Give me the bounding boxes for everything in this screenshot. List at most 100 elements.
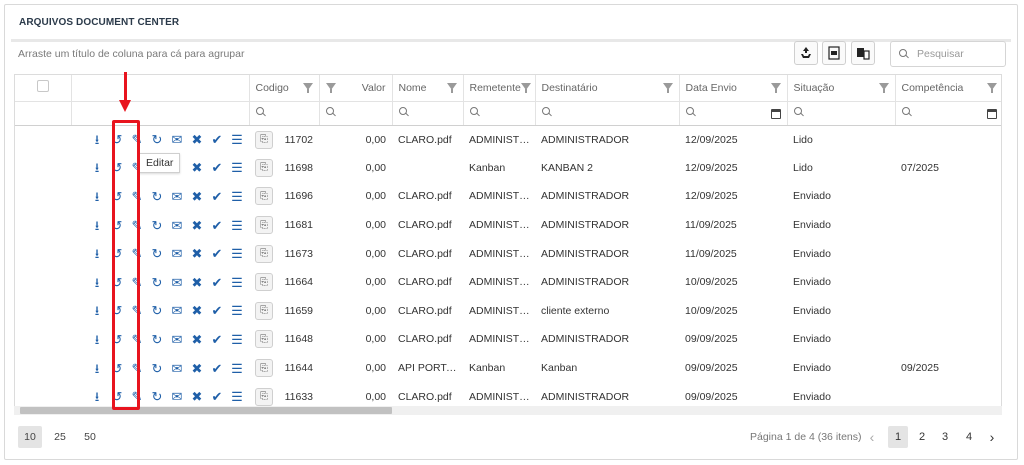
filter-icon[interactable] [878, 83, 889, 93]
table-row[interactable]: ⭳ ↺ ✎ ↻ ✉ ✖ ✔ ☰ ⎘ 11696 0,00 CLARO.pdf ADMINISTR… [15, 182, 1001, 211]
table-row[interactable]: ⭳ ↺ ✎ ↻ ✉ ✖ ✔ ☰ ⎘ 11681 0,00 CLARO.pdf ADMINISTR… [15, 211, 1001, 240]
open-envelope-icon[interactable]: ✉ [167, 217, 187, 233]
approve-icon[interactable]: ✔ [207, 360, 227, 376]
details-icon[interactable]: ☰ [227, 188, 247, 204]
page-1[interactable]: 1 [888, 426, 908, 448]
resend-icon[interactable]: ↻ [147, 331, 167, 347]
page-size-25[interactable]: 25 [50, 426, 70, 448]
filter-remetente[interactable] [463, 101, 536, 126]
download-icon[interactable]: ⭳ [87, 389, 107, 405]
filter-valor[interactable] [319, 101, 393, 126]
download-icon[interactable]: ⭳ [87, 303, 107, 319]
details-icon[interactable]: ☰ [227, 246, 247, 262]
details-icon[interactable]: ☰ [227, 217, 247, 233]
copy-icon[interactable]: ⎘ [255, 187, 273, 206]
resend-icon[interactable]: ↻ [147, 246, 167, 262]
filter-icon[interactable] [302, 83, 313, 93]
copy-icon[interactable]: ⎘ [255, 359, 273, 378]
filter-icon[interactable] [446, 83, 457, 93]
details-icon[interactable]: ☰ [227, 331, 247, 347]
open-envelope-icon[interactable]: ✉ [167, 132, 187, 148]
page-4[interactable]: 4 [959, 426, 979, 448]
approve-icon[interactable]: ✔ [207, 217, 227, 233]
search-box[interactable] [890, 41, 1006, 67]
calendar-icon[interactable] [770, 108, 781, 119]
filter-nome[interactable] [392, 101, 464, 126]
header-codigo[interactable]: Codigo [249, 75, 320, 102]
filter-codigo[interactable] [249, 101, 320, 126]
copy-icon[interactable]: ⎘ [255, 244, 273, 263]
open-envelope-icon[interactable]: ✉ [167, 303, 187, 319]
details-icon[interactable]: ☰ [227, 360, 247, 376]
download-icon[interactable]: ⭳ [87, 360, 107, 376]
copy-icon[interactable]: ⎘ [255, 216, 273, 235]
delete-icon[interactable]: ✖ [187, 160, 207, 176]
table-row[interactable]: ⭳ ↺ ✎ ↻ ✉ ✖ ✔ ☰ ⎘ 11659 0,00 CLARO.pdf ADMINISTR… [15, 297, 1001, 326]
table-row[interactable]: ⭳ ↺ ✎ ↻ ✉ ✖ ✔ ☰ ⎘ 11673 0,00 CLARO.pdf ADMINISTR… [15, 239, 1001, 268]
resend-icon[interactable]: ↻ [147, 389, 167, 405]
delete-icon[interactable]: ✖ [187, 303, 207, 319]
resend-icon[interactable]: ↻ [147, 132, 167, 148]
delete-icon[interactable]: ✖ [187, 360, 207, 376]
details-icon[interactable]: ☰ [227, 389, 247, 405]
resend-icon[interactable]: ↻ [147, 360, 167, 376]
header-destinatario[interactable]: Destinatário [535, 75, 680, 102]
calendar-icon[interactable] [986, 108, 997, 119]
resend-icon[interactable]: ↻ [147, 303, 167, 319]
delete-icon[interactable]: ✖ [187, 389, 207, 405]
download-icon[interactable]: ⭳ [87, 160, 107, 176]
horizontal-scrollbar[interactable] [14, 406, 1002, 415]
copy-icon[interactable]: ⎘ [255, 301, 273, 320]
export-excel-button[interactable] [822, 41, 846, 65]
approve-icon[interactable]: ✔ [207, 132, 227, 148]
download-icon[interactable]: ⭳ [87, 274, 107, 290]
download-icon[interactable]: ⭳ [87, 246, 107, 262]
table-row[interactable]: ⭳ ↺ ✎ ↻ ✉ ✖ ✔ ☰ ⎘ 11644 0,00 API PORTAL... Kanba… [15, 354, 1001, 383]
filter-situacao[interactable] [787, 101, 896, 126]
approve-icon[interactable]: ✔ [207, 303, 227, 319]
header-valor[interactable]: Valor [319, 75, 393, 102]
filter-competencia[interactable] [895, 101, 1001, 126]
delete-icon[interactable]: ✖ [187, 274, 207, 290]
approve-icon[interactable]: ✔ [207, 246, 227, 262]
details-icon[interactable]: ☰ [227, 132, 247, 148]
header-competencia[interactable]: Competência [895, 75, 1001, 102]
page-size-50[interactable]: 50 [80, 426, 100, 448]
column-chooser-button[interactable] [851, 41, 875, 65]
table-row[interactable]: ⭳ ↺ ✎ ↻ ✉ ✖ ✔ ☰ ⎘ 11702 0,00 CLARO.pdf ADMINISTR… [15, 125, 1001, 154]
open-envelope-icon[interactable]: ✉ [167, 274, 187, 290]
approve-icon[interactable]: ✔ [207, 160, 227, 176]
prev-page-icon[interactable]: ‹ [862, 426, 882, 448]
page-3[interactable]: 3 [935, 426, 955, 448]
approve-icon[interactable]: ✔ [207, 389, 227, 405]
filter-icon[interactable] [770, 83, 781, 93]
page-2[interactable]: 2 [912, 426, 932, 448]
details-icon[interactable]: ☰ [227, 303, 247, 319]
delete-icon[interactable]: ✖ [187, 188, 207, 204]
select-all-checkbox[interactable] [36, 80, 49, 93]
delete-icon[interactable]: ✖ [187, 246, 207, 262]
open-envelope-icon[interactable]: ✉ [167, 188, 187, 204]
delete-icon[interactable]: ✖ [187, 132, 207, 148]
open-envelope-icon[interactable]: ✉ [167, 360, 187, 376]
delete-icon[interactable]: ✖ [187, 331, 207, 347]
copy-icon[interactable]: ⎘ [255, 130, 273, 149]
approve-icon[interactable]: ✔ [207, 274, 227, 290]
next-page-icon[interactable]: › [982, 426, 1002, 448]
copy-icon[interactable]: ⎘ [255, 158, 273, 177]
header-nome[interactable]: Nome [392, 75, 464, 102]
download-icon[interactable]: ⭳ [87, 331, 107, 347]
resend-icon[interactable]: ↻ [147, 274, 167, 290]
download-icon[interactable]: ⭳ [87, 188, 107, 204]
delete-icon[interactable]: ✖ [187, 217, 207, 233]
filter-data-envio[interactable] [679, 101, 788, 126]
table-row[interactable]: ⭳ ↺ ✎ ↻ ✉ ✖ ✔ ☰ ⎘ 11648 0,00 CLARO.pdf ADMINISTR… [15, 325, 1001, 354]
copy-icon[interactable]: ⎘ [255, 273, 273, 292]
copy-icon[interactable]: ⎘ [255, 330, 273, 349]
open-envelope-icon[interactable]: ✉ [167, 246, 187, 262]
filter-icon[interactable] [662, 83, 673, 93]
approve-icon[interactable]: ✔ [207, 331, 227, 347]
recycle-button[interactable] [794, 41, 818, 65]
download-icon[interactable]: ⭳ [87, 132, 107, 148]
open-envelope-icon[interactable]: ✉ [167, 389, 187, 405]
